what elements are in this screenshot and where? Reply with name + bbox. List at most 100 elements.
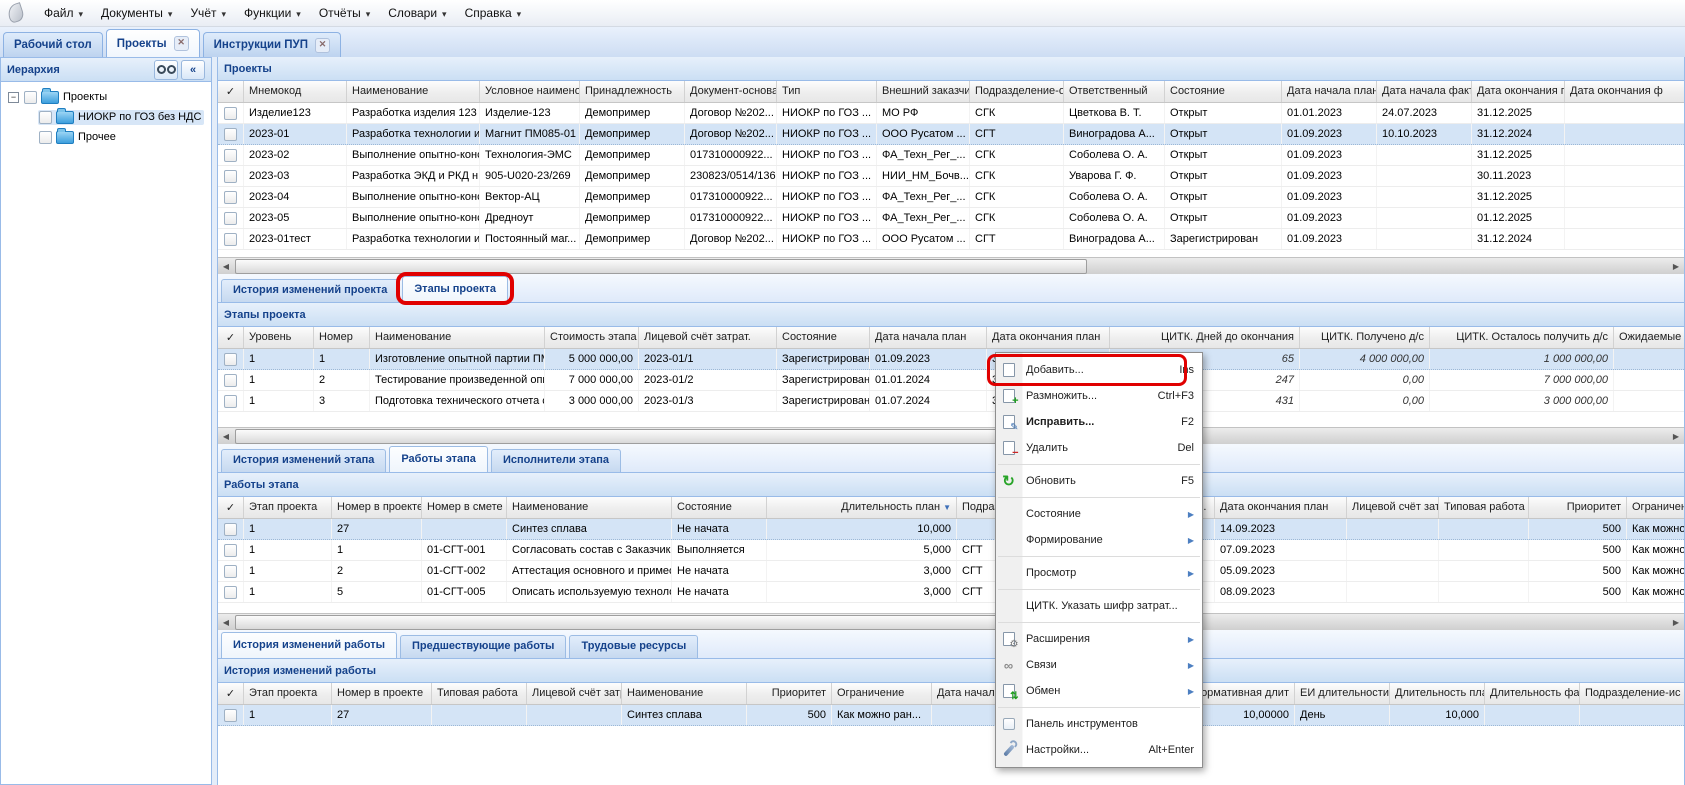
column-header[interactable]: Наименование xyxy=(622,683,747,704)
table-row[interactable]: Изделие123Разработка изделия 123Изделие-… xyxy=(218,103,1684,124)
table-row[interactable]: 1101-СГТ-001Согласовать состав с Заказчи… xyxy=(218,540,1684,561)
tab-preceding-works[interactable]: Предшествующие работы xyxy=(400,635,566,658)
column-header[interactable]: Дата окончания ф xyxy=(1565,81,1684,102)
column-header[interactable]: ЕИ длительности xyxy=(1295,683,1390,704)
scrollbar-thumb[interactable] xyxy=(235,429,1087,444)
node-checkbox[interactable] xyxy=(24,91,37,104)
tab-project-stages[interactable]: Этапы проекта xyxy=(402,276,508,302)
column-header[interactable]: Документ-основан xyxy=(685,81,777,102)
column-header[interactable]: Номер xyxy=(314,327,370,348)
select-all-header[interactable]: ✓ xyxy=(218,81,244,102)
tree-node-niokr[interactable]: НИОКР по ГОЗ без НДС xyxy=(4,107,208,127)
column-header[interactable]: Дата окончания план xyxy=(1215,497,1347,518)
row-checkbox[interactable] xyxy=(224,523,237,536)
menu-item-refresh[interactable]: Обновить F5 xyxy=(996,468,1202,494)
find-button[interactable] xyxy=(154,60,178,80)
column-header[interactable]: Длительность план▼ xyxy=(767,497,957,518)
column-header[interactable]: Дата начала план. xyxy=(1282,81,1377,102)
column-header[interactable]: Наименование xyxy=(507,497,672,518)
column-header[interactable]: Принадлежность xyxy=(580,81,685,102)
column-header[interactable]: Условное наименова xyxy=(480,81,580,102)
column-header[interactable]: Ограничение xyxy=(1627,497,1684,518)
column-header[interactable]: Внешний заказчик xyxy=(877,81,970,102)
scroll-left-icon[interactable] xyxy=(218,428,234,444)
column-header[interactable]: Дата окончания пл xyxy=(1472,81,1565,102)
column-header[interactable]: Ответственный xyxy=(1064,81,1165,102)
menu-item-links[interactable]: Связи xyxy=(996,652,1202,678)
horizontal-scrollbar[interactable] xyxy=(218,257,1684,274)
node-checkbox[interactable] xyxy=(39,131,52,144)
horizontal-scrollbar[interactable] xyxy=(218,427,1684,444)
table-row[interactable]: 11Изготовление опытной партии ПМ0...5 00… xyxy=(218,349,1684,370)
column-header[interactable]: Длительность пла xyxy=(1390,683,1485,704)
menu-item-citk-cost-code[interactable]: ЦИТК. Указать шифр затрат... xyxy=(996,593,1202,619)
menu-item-state[interactable]: Состояние xyxy=(996,501,1202,527)
tab-work-history[interactable]: История изменений работы xyxy=(221,632,397,658)
menu-reports[interactable]: Отчёты xyxy=(310,2,379,24)
column-header[interactable]: ЦИТК. Дней до окончания xyxy=(1110,327,1300,348)
scrollbar-thumb[interactable] xyxy=(235,615,1087,630)
column-header[interactable]: Типовая работа xyxy=(1439,497,1529,518)
column-header[interactable]: Наименование xyxy=(347,81,480,102)
table-row[interactable]: 2023-03Разработка ЭКД и РКД н...905-U020… xyxy=(218,166,1684,187)
tab-stage-executors[interactable]: Исполнители этапа xyxy=(491,449,621,472)
menu-item-exchange[interactable]: Обмен xyxy=(996,678,1202,704)
column-header[interactable]: Номер в проекте xyxy=(332,497,422,518)
tab-labor-resources[interactable]: Трудовые ресурсы xyxy=(569,635,698,658)
table-row[interactable]: 1501-СГТ-005Описать используемую техноло… xyxy=(218,582,1684,603)
column-header[interactable]: Дата начала факт. xyxy=(1377,81,1472,102)
table-row[interactable]: 2023-01тестРазработка технологии и...Пос… xyxy=(218,229,1684,250)
table-row[interactable]: 2023-04Выполнение опытно-конс...Вектор-А… xyxy=(218,187,1684,208)
scroll-left-icon[interactable] xyxy=(218,614,234,630)
column-header[interactable]: Наименование xyxy=(370,327,545,348)
scroll-right-icon[interactable] xyxy=(1668,428,1684,444)
tree-node-other[interactable]: Прочее xyxy=(4,127,208,147)
select-all-header[interactable]: ✓ xyxy=(218,683,244,704)
table-row[interactable]: 13Подготовка технического отчета с ...3 … xyxy=(218,391,1684,412)
table-row[interactable]: 127Синтез сплаваНе начата10,00014.09.202… xyxy=(218,519,1684,540)
column-header[interactable]: Приоритет xyxy=(1529,497,1627,518)
menu-item-add[interactable]: Добавить... Ins xyxy=(996,357,1202,383)
row-checkbox[interactable] xyxy=(224,170,237,183)
node-checkbox[interactable] xyxy=(39,111,52,124)
column-header[interactable]: Стоимость этапа xyxy=(545,327,639,348)
column-header[interactable]: Уровень xyxy=(244,327,314,348)
menu-item-forming[interactable]: Формирование xyxy=(996,527,1202,553)
close-icon[interactable]: ✕ xyxy=(315,38,330,53)
column-header[interactable]: Тип xyxy=(777,81,877,102)
table-row[interactable]: 12Тестирование произведенной опыт...7 00… xyxy=(218,370,1684,391)
scroll-left-icon[interactable] xyxy=(218,258,234,274)
table-row[interactable]: 2023-02Выполнение опытно-конс...Технолог… xyxy=(218,145,1684,166)
column-header[interactable]: Подразделение-ис xyxy=(1580,683,1684,704)
menu-accounting[interactable]: Учёт xyxy=(181,2,235,24)
menu-item-view[interactable]: Просмотр xyxy=(996,560,1202,586)
column-header[interactable]: Типовая работа xyxy=(432,683,527,704)
tab-project-history[interactable]: История изменений проекта xyxy=(221,279,399,302)
column-header[interactable]: Лицевой счёт затр xyxy=(1347,497,1439,518)
select-all-header[interactable]: ✓ xyxy=(218,327,244,348)
row-checkbox[interactable] xyxy=(224,395,237,408)
collapse-panel-button[interactable] xyxy=(181,60,205,80)
row-checkbox[interactable] xyxy=(224,586,237,599)
tree-node-projects[interactable]: Проекты xyxy=(4,87,208,107)
menu-item-settings[interactable]: Настройки... Alt+Enter xyxy=(996,737,1202,763)
column-header[interactable]: ЦИТК. Осталось получить д/с xyxy=(1430,327,1614,348)
checkbox-icon[interactable] xyxy=(1003,718,1015,730)
menu-functions[interactable]: Функции xyxy=(235,2,310,24)
menu-item-extensions[interactable]: Расширения xyxy=(996,626,1202,652)
column-header[interactable]: Ограничение xyxy=(832,683,932,704)
row-checkbox[interactable] xyxy=(224,353,237,366)
tab-stage-history[interactable]: История изменений этапа xyxy=(221,449,386,472)
column-header[interactable]: Состояние xyxy=(672,497,767,518)
tab-stage-works[interactable]: Работы этапа xyxy=(389,446,488,472)
column-header[interactable]: Приоритет xyxy=(747,683,832,704)
select-all-header[interactable]: ✓ xyxy=(218,497,244,518)
menu-help[interactable]: Справка xyxy=(456,2,531,24)
column-header[interactable]: Лицевой счёт затрат. xyxy=(639,327,777,348)
row-checkbox[interactable] xyxy=(224,374,237,387)
menu-documents[interactable]: Документы xyxy=(92,2,181,24)
tree-expander-icon[interactable] xyxy=(8,92,19,103)
scrollbar-thumb[interactable] xyxy=(235,259,1087,274)
row-checkbox[interactable] xyxy=(224,212,237,225)
tab-desktop[interactable]: Рабочий стол xyxy=(3,32,103,57)
